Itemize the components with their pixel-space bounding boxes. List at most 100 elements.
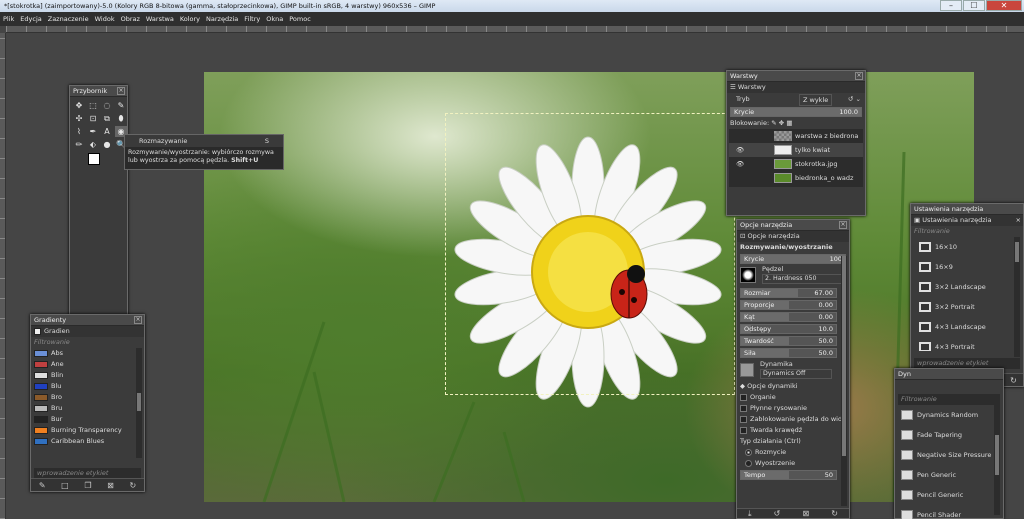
dynamics-options-toggle[interactable]: ◆ Opcje dynamiki <box>737 381 849 392</box>
menu-view[interactable]: Widok <box>95 15 115 23</box>
tool-options-tab[interactable]: ⊡ Opcje narzędzia <box>737 231 849 242</box>
brush-preview-icon[interactable] <box>740 267 756 283</box>
list-item[interactable]: 4×3 Portrait <box>911 337 1023 351</box>
eye-icon[interactable]: 👁 <box>736 143 744 157</box>
scroll-thumb[interactable] <box>1015 242 1019 262</box>
menu-windows[interactable]: Okna <box>266 15 283 23</box>
list-item[interactable]: Burning Transparency <box>31 425 144 436</box>
move-tool-icon[interactable]: ✥ <box>73 100 85 111</box>
list-item[interactable]: Bru <box>31 403 144 414</box>
menu-edit[interactable]: Edycja <box>20 15 41 23</box>
layer-row[interactable]: 👁 stokrotka.jpg <box>729 157 863 171</box>
minimize-button[interactable]: – <box>940 0 962 11</box>
save-icon[interactable]: ⤓ <box>748 509 752 519</box>
list-item[interactable]: Pencil Generic <box>895 485 1003 505</box>
crop-icon[interactable]: ⊡ <box>87 113 99 124</box>
hard-edge-checkbox[interactable]: Twarda krawędź <box>737 425 849 436</box>
list-item[interactable]: 3×2 Portrait <box>911 297 1023 317</box>
lasso-icon[interactable]: ◌ <box>101 100 113 111</box>
reset-icon[interactable]: ↻ <box>831 509 838 518</box>
list-item[interactable]: Abs <box>31 348 144 359</box>
layer-row[interactable]: biedronka_o wadz <box>729 171 863 185</box>
list-item[interactable]: Ane <box>31 359 144 370</box>
aspect-slider[interactable]: Proporcje 0.00 <box>740 300 837 310</box>
transform-icon[interactable]: ⧉ <box>101 113 113 124</box>
scroll-thumb[interactable] <box>842 256 846 456</box>
list-item[interactable]: 16×10 <box>911 237 1023 257</box>
force-slider[interactable]: Siła 50.0 <box>740 348 837 358</box>
lock-alpha-icon[interactable]: ▦ <box>786 119 792 127</box>
bucket-icon[interactable]: ⬮ <box>115 113 127 124</box>
dynamics-field[interactable]: Dynamics Off <box>760 369 832 379</box>
foreground-color[interactable] <box>88 153 100 165</box>
mode-reset-icon[interactable]: ↺ ⌄ <box>848 93 861 106</box>
close-window-button[interactable]: ✕ <box>986 0 1022 11</box>
menu-help[interactable]: Pomoc <box>289 15 311 23</box>
refresh-icon[interactable]: ↻ <box>129 481 136 490</box>
delete-icon[interactable]: ⊠ <box>107 481 114 490</box>
list-item[interactable]: Negative Size Pressure <box>895 445 1003 465</box>
dynamics-scrollbar[interactable] <box>994 405 1000 515</box>
duplicate-icon[interactable]: ❐ <box>84 481 91 490</box>
scroll-thumb[interactable] <box>995 435 999 475</box>
lock-pixels-icon[interactable]: ✎ <box>771 119 776 127</box>
rect-select-icon[interactable]: ⬚ <box>87 100 99 111</box>
close-icon[interactable]: × <box>839 221 847 229</box>
scroll-thumb[interactable] <box>137 393 141 411</box>
presets-scrollbar[interactable] <box>1014 237 1020 357</box>
maximize-button[interactable]: ☐ <box>963 0 985 11</box>
vertical-ruler[interactable] <box>0 33 6 519</box>
presets-filter[interactable]: Filtrowanie <box>911 226 1023 237</box>
hardness-slider[interactable]: Twardość 50.0 <box>740 336 837 346</box>
layer-row[interactable]: warstwa z biedrona <box>729 129 863 143</box>
new-icon[interactable]: □ <box>61 481 69 490</box>
dynamics-filter[interactable]: Filtrowanie <box>898 394 1000 405</box>
tool-options-scrollbar[interactable] <box>841 256 847 506</box>
mode-select[interactable]: Z wykle <box>799 94 833 106</box>
lock-brush-checkbox[interactable]: Zablokowanie pędzla do wid <box>737 414 849 425</box>
opacity-slider[interactable]: Krycie 100 <box>740 254 846 264</box>
menu-colors[interactable]: Kolory <box>180 15 200 23</box>
eraser-icon[interactable]: ✏ <box>73 139 85 150</box>
smooth-checkbox[interactable]: Płynne rysowanie <box>737 403 849 414</box>
tool-presets-tab[interactable]: ▣ Ustawienia narzędzia × <box>911 215 1023 226</box>
gradients-filter[interactable]: Filtrowanie <box>31 337 144 348</box>
layer-row[interactable]: 👁 tylko kwiat <box>729 143 863 157</box>
layers-tab[interactable]: ☰ Warstwy <box>727 82 865 93</box>
list-item[interactable]: Pencil Shader <box>895 505 1003 519</box>
sharpen-radio[interactable]: Wyostrzenie <box>737 458 849 469</box>
gradients-tab[interactable]: Gradien <box>31 326 144 337</box>
dynamics-icon[interactable] <box>740 363 754 377</box>
list-item[interactable]: 16×9 <box>911 257 1023 277</box>
layer-opacity-slider[interactable]: Krycie 100.0 <box>730 107 862 117</box>
eye-icon[interactable]: 👁 <box>736 157 744 171</box>
clip-checkbox[interactable]: Organie <box>737 392 849 403</box>
dodge-icon[interactable]: ● <box>101 139 113 150</box>
brush-name-field[interactable]: 2. Hardness 050 <box>762 274 844 284</box>
edit-icon[interactable]: ✎ <box>39 481 46 490</box>
close-icon[interactable]: × <box>134 316 142 324</box>
delete-icon[interactable]: ⊠ <box>802 509 809 518</box>
list-item[interactable]: Fade Tapering <box>895 425 1003 445</box>
menu-layer[interactable]: Warstwa <box>146 15 174 23</box>
list-item[interactable]: Bur <box>31 414 144 425</box>
selection-marquee[interactable] <box>445 113 735 395</box>
blur-radio[interactable]: Rozmycie <box>737 447 849 458</box>
close-icon[interactable]: × <box>855 72 863 80</box>
pencil-icon[interactable]: ⌇ <box>73 126 85 137</box>
smudge-icon[interactable]: ⬖ <box>87 139 99 150</box>
list-item[interactable]: Bro <box>31 392 144 403</box>
list-item[interactable]: 3×2 Landscape <box>911 277 1023 297</box>
menu-filters[interactable]: Filtry <box>244 15 260 23</box>
menu-select[interactable]: Zaznaczenie <box>48 15 89 23</box>
rate-slider[interactable]: Tempo 50 <box>740 470 837 480</box>
menu-image[interactable]: Obraz <box>121 15 140 23</box>
close-icon[interactable]: × <box>1016 215 1021 226</box>
horizontal-ruler[interactable] <box>6 26 1024 33</box>
close-icon[interactable]: × <box>117 87 125 95</box>
size-slider[interactable]: Rozmiar 67.00 <box>740 288 837 298</box>
restore-icon[interactable]: ↺ <box>774 509 781 518</box>
menu-file[interactable]: Plik <box>3 15 14 23</box>
align-icon[interactable]: ✣ <box>73 113 85 124</box>
text-tool-icon[interactable]: A <box>101 126 113 137</box>
